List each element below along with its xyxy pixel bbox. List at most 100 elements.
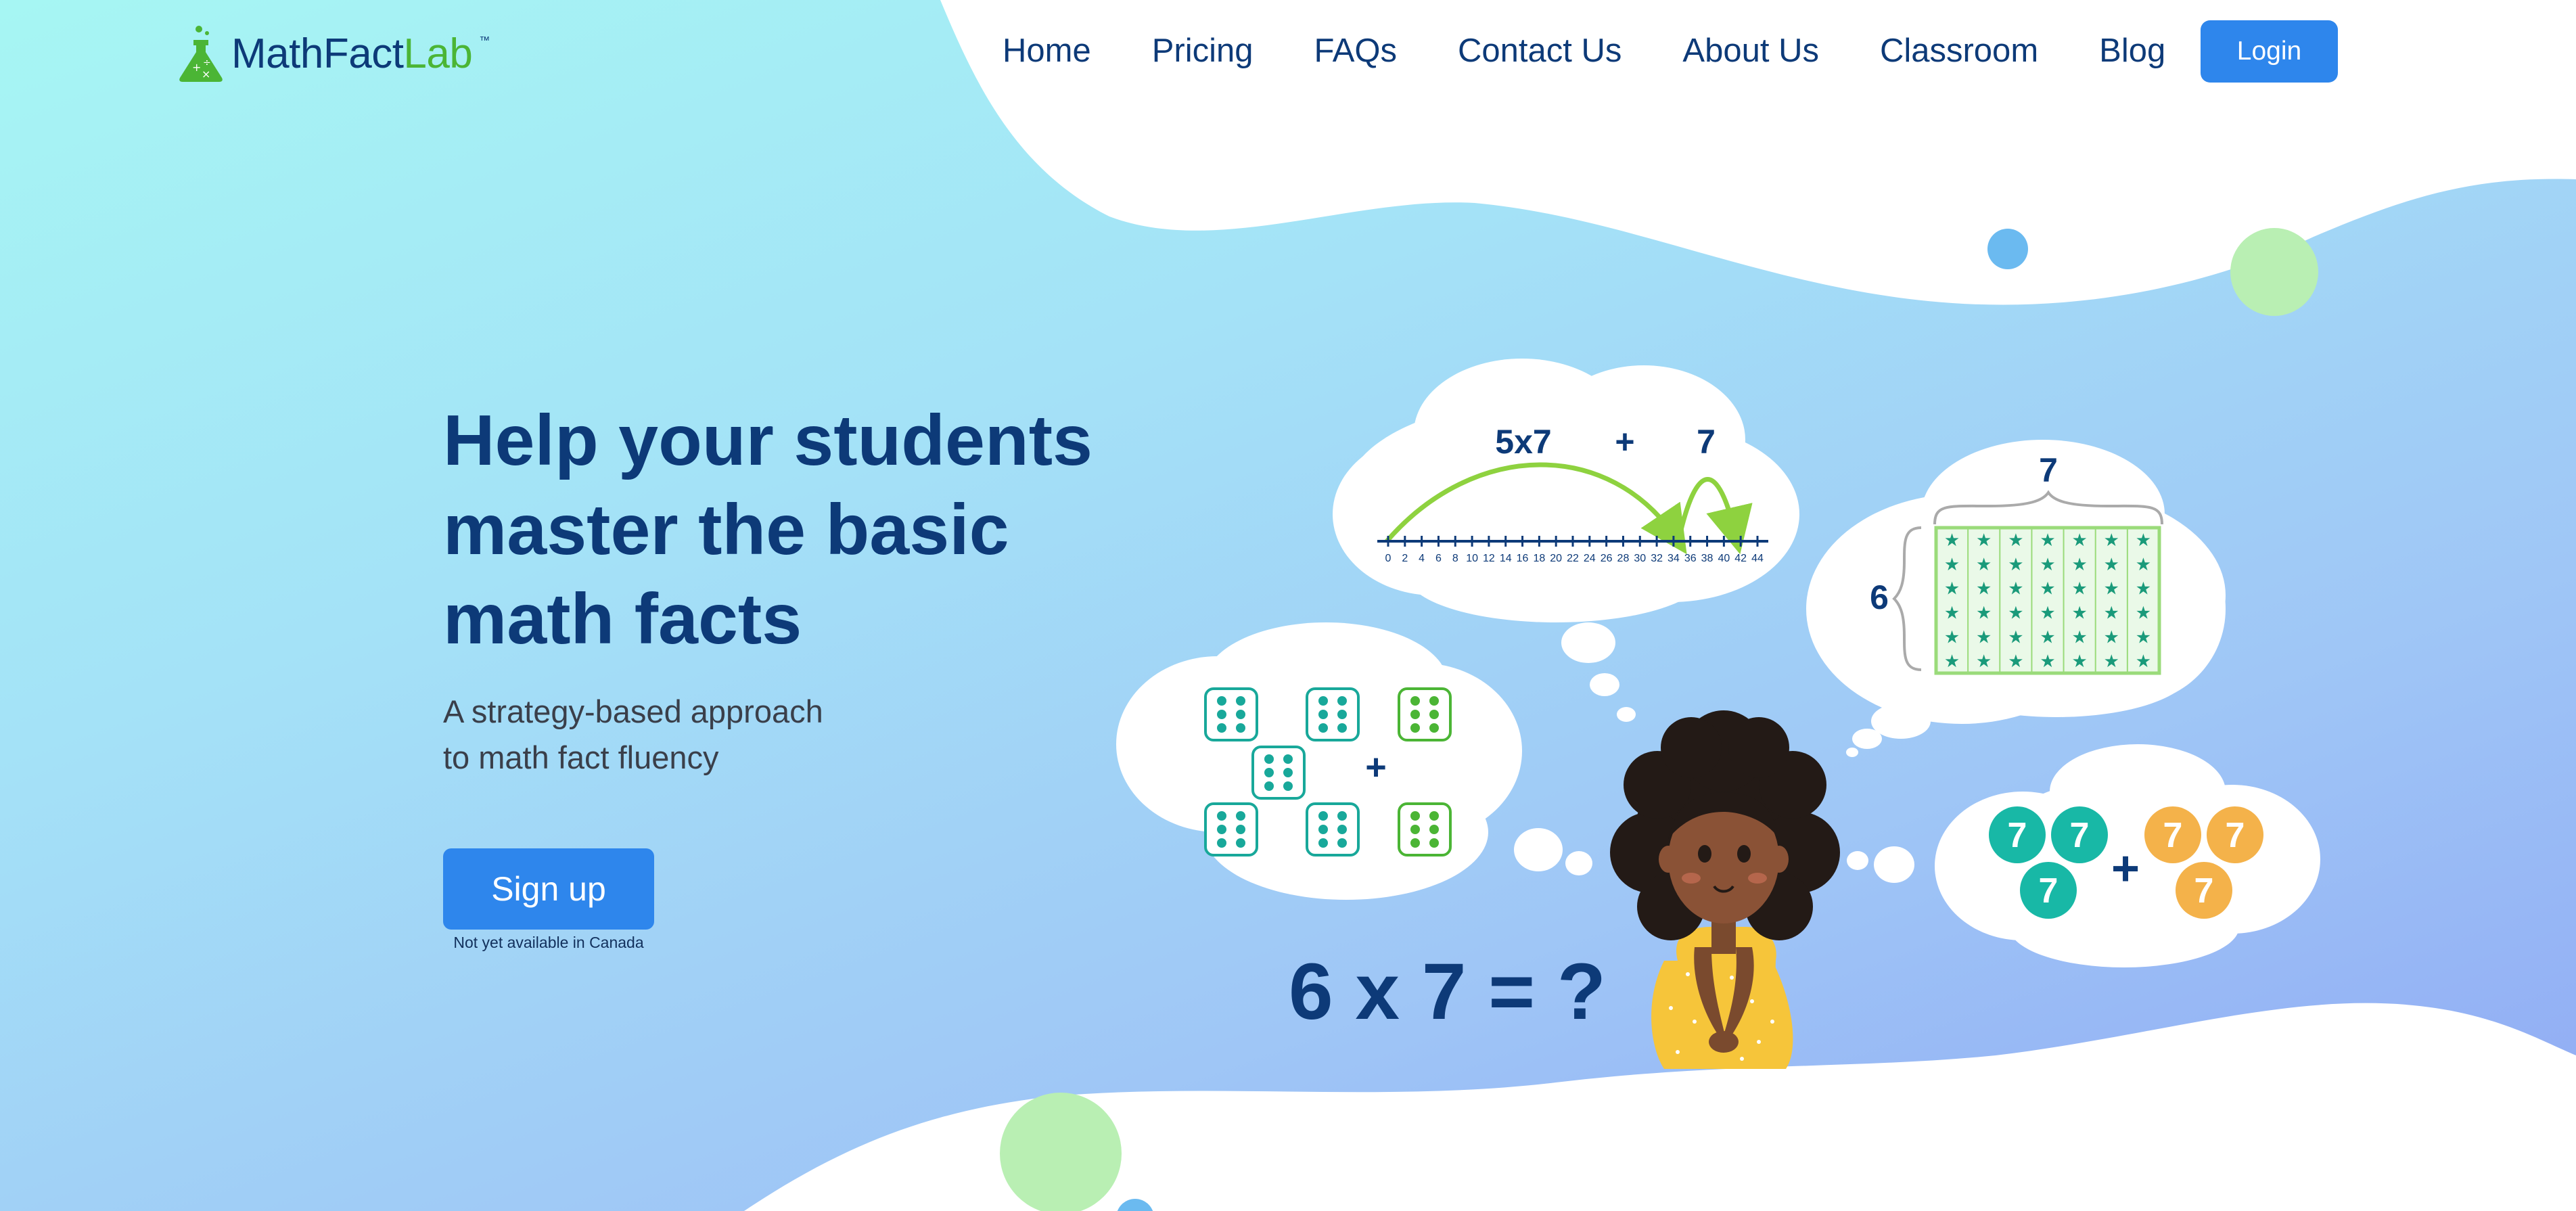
die-pip bbox=[1337, 696, 1347, 706]
die-pip bbox=[1236, 696, 1245, 706]
star-icon: ★ bbox=[2104, 626, 2119, 647]
star-icon: ★ bbox=[2104, 602, 2119, 622]
tick-label: 26 bbox=[1601, 553, 1613, 564]
counter-chip-label: 7 bbox=[2163, 816, 2183, 855]
die-pip bbox=[1318, 838, 1328, 848]
numberline-label-b: 7 bbox=[1697, 423, 1716, 461]
die-pip bbox=[1264, 754, 1274, 764]
die-pip bbox=[1217, 710, 1226, 719]
die-pip bbox=[1264, 781, 1274, 791]
die-pip bbox=[1410, 723, 1420, 733]
die-pip bbox=[1318, 696, 1328, 706]
star-icon: ★ bbox=[2136, 530, 2151, 550]
numberline-plus: + bbox=[1615, 423, 1634, 461]
star-icon: ★ bbox=[2008, 626, 2023, 647]
tick-label: 28 bbox=[1617, 553, 1630, 564]
star-icon: ★ bbox=[2040, 651, 2055, 671]
star-icon: ★ bbox=[2040, 530, 2055, 550]
die-pip bbox=[1318, 710, 1328, 719]
hero-illustration: 5x7 + 7 0 2 4 6 8 10 12 14 16 18 20 22 24 26 28 30 32 34 3… bbox=[1116, 359, 2320, 1069]
tick-label: 22 bbox=[1567, 553, 1579, 564]
counter-chip-label: 7 bbox=[2194, 871, 2214, 911]
star-icon: ★ bbox=[2136, 554, 2151, 574]
star-icon: ★ bbox=[2136, 602, 2151, 622]
die-pip bbox=[1429, 838, 1439, 848]
star-icon: ★ bbox=[2136, 626, 2151, 647]
star-icon: ★ bbox=[2071, 554, 2087, 574]
die-pip bbox=[1429, 811, 1439, 821]
star-icon: ★ bbox=[2040, 554, 2055, 574]
star-icon: ★ bbox=[1976, 626, 1992, 647]
counter-chip-label: 7 bbox=[2039, 871, 2058, 911]
star-icon: ★ bbox=[2136, 578, 2151, 599]
die-icon bbox=[1306, 687, 1360, 741]
star-icon: ★ bbox=[2040, 626, 2055, 647]
die-pip bbox=[1318, 723, 1328, 733]
tick-label: 12 bbox=[1483, 553, 1495, 564]
star-icon: ★ bbox=[1976, 530, 1992, 550]
die-pip bbox=[1217, 825, 1226, 834]
die-pip bbox=[1217, 696, 1226, 706]
die-icon bbox=[1306, 802, 1360, 856]
die-pip bbox=[1337, 825, 1347, 834]
tick-label: 36 bbox=[1684, 553, 1697, 564]
tick-label: 24 bbox=[1584, 553, 1596, 564]
star-icon: ★ bbox=[2104, 554, 2119, 574]
counters-plus: + bbox=[2111, 842, 2140, 896]
die-pip bbox=[1318, 811, 1328, 821]
die-pip bbox=[1337, 811, 1347, 821]
tick-label: 10 bbox=[1466, 553, 1478, 564]
die-pip bbox=[1429, 710, 1439, 719]
tick-label: 30 bbox=[1634, 553, 1646, 564]
star-icon: ★ bbox=[2104, 530, 2119, 550]
star-icon: ★ bbox=[1944, 602, 1960, 622]
thought-bubbles-left bbox=[1514, 828, 1592, 875]
star-icon: ★ bbox=[2008, 602, 2023, 622]
tick-label: 14 bbox=[1500, 553, 1512, 564]
die-pip bbox=[1337, 723, 1347, 733]
die-pip bbox=[1283, 768, 1293, 777]
math-equation: 6 x 7 = ? bbox=[1289, 947, 1607, 1036]
die-pip bbox=[1429, 723, 1439, 733]
die-pip bbox=[1337, 838, 1347, 848]
star-icon: ★ bbox=[2071, 530, 2087, 550]
thought-bubbles-top bbox=[1561, 622, 1636, 722]
die-pip bbox=[1410, 811, 1420, 821]
tick-label: 20 bbox=[1550, 553, 1562, 564]
tick-label: 0 bbox=[1385, 553, 1392, 564]
counter-chip-label: 7 bbox=[2008, 816, 2027, 855]
die-pip bbox=[1236, 710, 1245, 719]
array-cloud: 7 6 ★ ★ ★ ★ ★ ★ ★ ★ ★ ★ ★ ★ ★ ★ ★ ★ ★ ★ ★ ★ ★ ★ ★ ★ ★ ★ ★ ★ ★ ★ ★ ★ ★ ★ ★ ★… bbox=[1806, 440, 2226, 724]
star-icon: ★ bbox=[2136, 651, 2151, 671]
die-icon bbox=[1251, 746, 1306, 800]
star-icon: ★ bbox=[2071, 578, 2087, 599]
star-icon: ★ bbox=[1976, 578, 1992, 599]
star-icon: ★ bbox=[1944, 530, 1960, 550]
counter-chip-label: 7 bbox=[2226, 816, 2245, 855]
star-icon: ★ bbox=[2071, 602, 2087, 622]
tick-label: 6 bbox=[1435, 553, 1442, 564]
star-icon: ★ bbox=[2104, 651, 2119, 671]
tick-label: 34 bbox=[1668, 553, 1680, 564]
numberline-cloud: 5x7 + 7 0 2 4 6 8 10 12 14 16 18 20 22 24 26 28 30 32 34 3… bbox=[1333, 359, 1799, 622]
die-icon bbox=[1204, 802, 1258, 856]
die-pip bbox=[1429, 825, 1439, 834]
star-icon: ★ bbox=[1976, 651, 1992, 671]
star-icon: ★ bbox=[1976, 602, 1992, 622]
tick-label: 16 bbox=[1517, 553, 1529, 564]
die-pip bbox=[1264, 768, 1274, 777]
thought-bubbles-lower-right bbox=[1847, 846, 1914, 883]
die-pip bbox=[1236, 825, 1245, 834]
die-icon bbox=[1398, 687, 1452, 741]
die-pip bbox=[1236, 723, 1245, 733]
array-side-label: 6 bbox=[1870, 578, 1889, 616]
star-icon: ★ bbox=[2008, 578, 2023, 599]
star-icon: ★ bbox=[1976, 554, 1992, 574]
die-pip bbox=[1318, 825, 1328, 834]
star-icon: ★ bbox=[2040, 602, 2055, 622]
tick-label: 44 bbox=[1751, 553, 1764, 564]
die-pip bbox=[1410, 710, 1420, 719]
star-icon: ★ bbox=[2040, 578, 2055, 599]
tick-label: 2 bbox=[1402, 553, 1408, 564]
die-pip bbox=[1429, 696, 1439, 706]
